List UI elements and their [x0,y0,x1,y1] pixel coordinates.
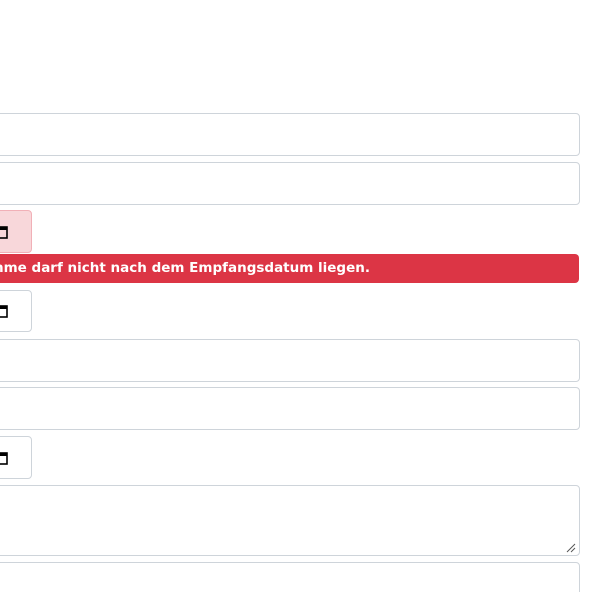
resize-grip-icon[interactable] [566,543,576,553]
calendar-icon [0,305,8,318]
text-input-5[interactable] [0,562,580,592]
text-input-2[interactable] [0,162,580,205]
date-picker-button-2[interactable] [0,290,32,332]
date-picker-button-1[interactable] [0,210,32,253]
text-input-1[interactable] [0,113,580,156]
textarea-field[interactable] [0,485,580,556]
text-input-3[interactable] [0,339,580,382]
date-error-message: hme darf nicht nach dem Empfangsdatum li… [0,254,579,283]
form-page: hme darf nicht nach dem Empfangsdatum li… [0,0,592,592]
text-input-4[interactable] [0,387,580,430]
calendar-icon [0,451,8,465]
calendar-icon [0,225,8,239]
date-picker-button-3[interactable] [0,436,32,479]
